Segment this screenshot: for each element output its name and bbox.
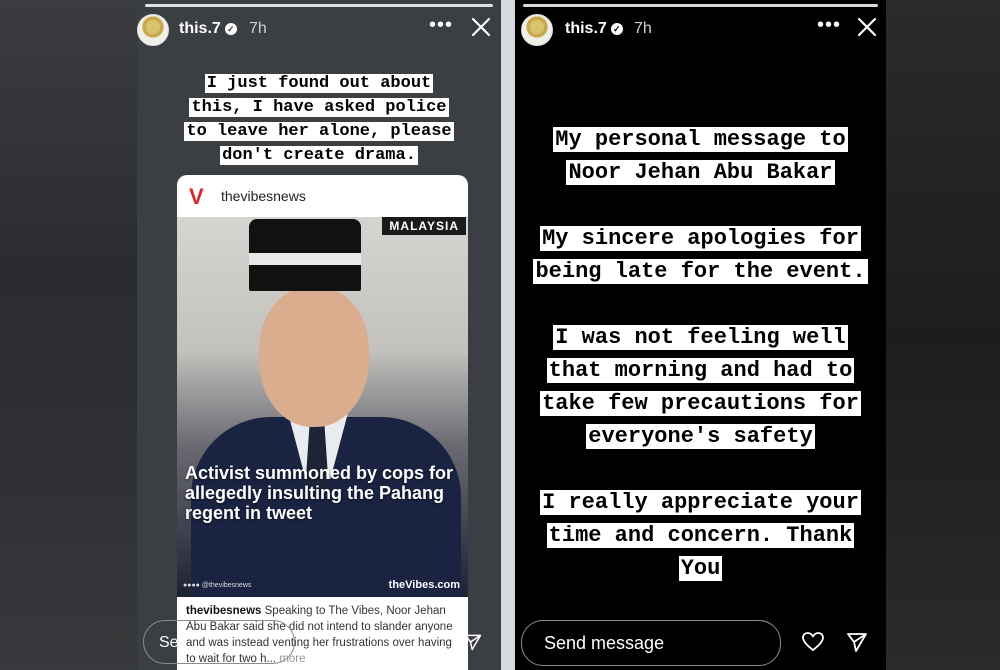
shared-post-card[interactable]: V thevibesnews MALAYSIA Activist summone… — [177, 175, 468, 670]
story-message: My personal message to Noor Jehan Abu Ba… — [515, 123, 886, 618]
shared-post-account[interactable]: thevibesnews — [221, 188, 306, 204]
story-progress-bar — [523, 4, 878, 7]
story-text-line: to leave her alone, please — [184, 122, 454, 141]
country-tag: MALAYSIA — [382, 217, 466, 235]
message-line: My sincere apologies for — [540, 226, 861, 251]
news-photo: MALAYSIA Activist summoned by cops for a… — [177, 217, 468, 597]
social-handles: ●●●● @thevibesnews — [183, 582, 252, 589]
message-paragraph: I really appreciate your time and concer… — [515, 486, 886, 585]
verified-badge-icon: ✓ — [610, 22, 623, 35]
message-line: I was not feeling well — [553, 325, 848, 350]
message-line: Noor Jehan Abu Bakar — [566, 160, 835, 185]
photo-songkok-band — [249, 253, 361, 265]
post-time: 7h — [634, 20, 652, 37]
message-line: My personal message to — [553, 127, 848, 152]
send-message-input[interactable]: Send message — [521, 620, 781, 666]
message-line: I really appreciate your — [540, 490, 861, 515]
verified-badge-icon: ✓ — [224, 22, 237, 35]
caption-username: thevibesnews — [186, 605, 262, 617]
shared-post-header: V thevibesnews — [177, 175, 468, 217]
story-progress-bar — [145, 4, 493, 7]
story-header: this.7 ✓ 7h ••• — [515, 12, 886, 48]
news-brand: theVibes.com — [388, 579, 460, 591]
screenshot-divider — [501, 0, 515, 670]
send-message-placeholder: Send message — [544, 633, 665, 653]
message-paragraph: My sincere apologies for being late for … — [515, 222, 886, 288]
send-icon[interactable] — [845, 630, 869, 654]
story-text-line: don't create drama. — [220, 146, 418, 165]
story-text-line: this, I have asked police — [189, 98, 449, 117]
photo-face — [259, 287, 369, 427]
post-time: 7h — [249, 20, 267, 37]
story-header: this.7 ✓ 7h ••• — [137, 12, 501, 48]
message-line: time and concern. Thank — [546, 523, 855, 548]
news-headline: Activist summoned by cops for allegedly … — [185, 463, 454, 523]
username[interactable]: this.7 ✓ — [565, 20, 623, 38]
story-text-line: I just found out about — [204, 74, 434, 93]
background-blur-left — [0, 0, 137, 670]
send-message-input[interactable]: Se — [143, 620, 295, 664]
message-line: You — [678, 556, 723, 581]
vibes-logo-icon: V — [189, 184, 204, 209]
close-icon[interactable] — [470, 16, 492, 38]
avatar[interactable] — [521, 14, 553, 46]
send-message-placeholder: Se — [159, 634, 179, 651]
message-line: that morning and had to — [546, 358, 855, 383]
story-text: I just found out about this, I have aske… — [167, 72, 471, 168]
message-paragraph: I was not feeling well that morning and … — [515, 321, 886, 453]
close-icon[interactable] — [856, 16, 878, 38]
username[interactable]: this.7 ✓ — [179, 20, 237, 38]
message-line: take few precautions for — [540, 391, 861, 416]
more-options-icon[interactable]: ••• — [817, 14, 841, 37]
background-blur-right — [886, 0, 1000, 670]
message-line: everyone's safety — [586, 424, 815, 449]
message-paragraph: My personal message to Noor Jehan Abu Ba… — [515, 123, 886, 189]
heart-icon[interactable] — [801, 630, 825, 654]
story-right: this.7 ✓ 7h ••• My personal message to No… — [515, 0, 886, 670]
story-left: this.7 ✓ 7h ••• I just found out about th… — [137, 0, 501, 670]
avatar[interactable] — [137, 14, 169, 46]
message-line: being late for the event. — [533, 259, 868, 284]
more-options-icon[interactable]: ••• — [429, 14, 453, 37]
send-icon[interactable] — [463, 632, 483, 652]
